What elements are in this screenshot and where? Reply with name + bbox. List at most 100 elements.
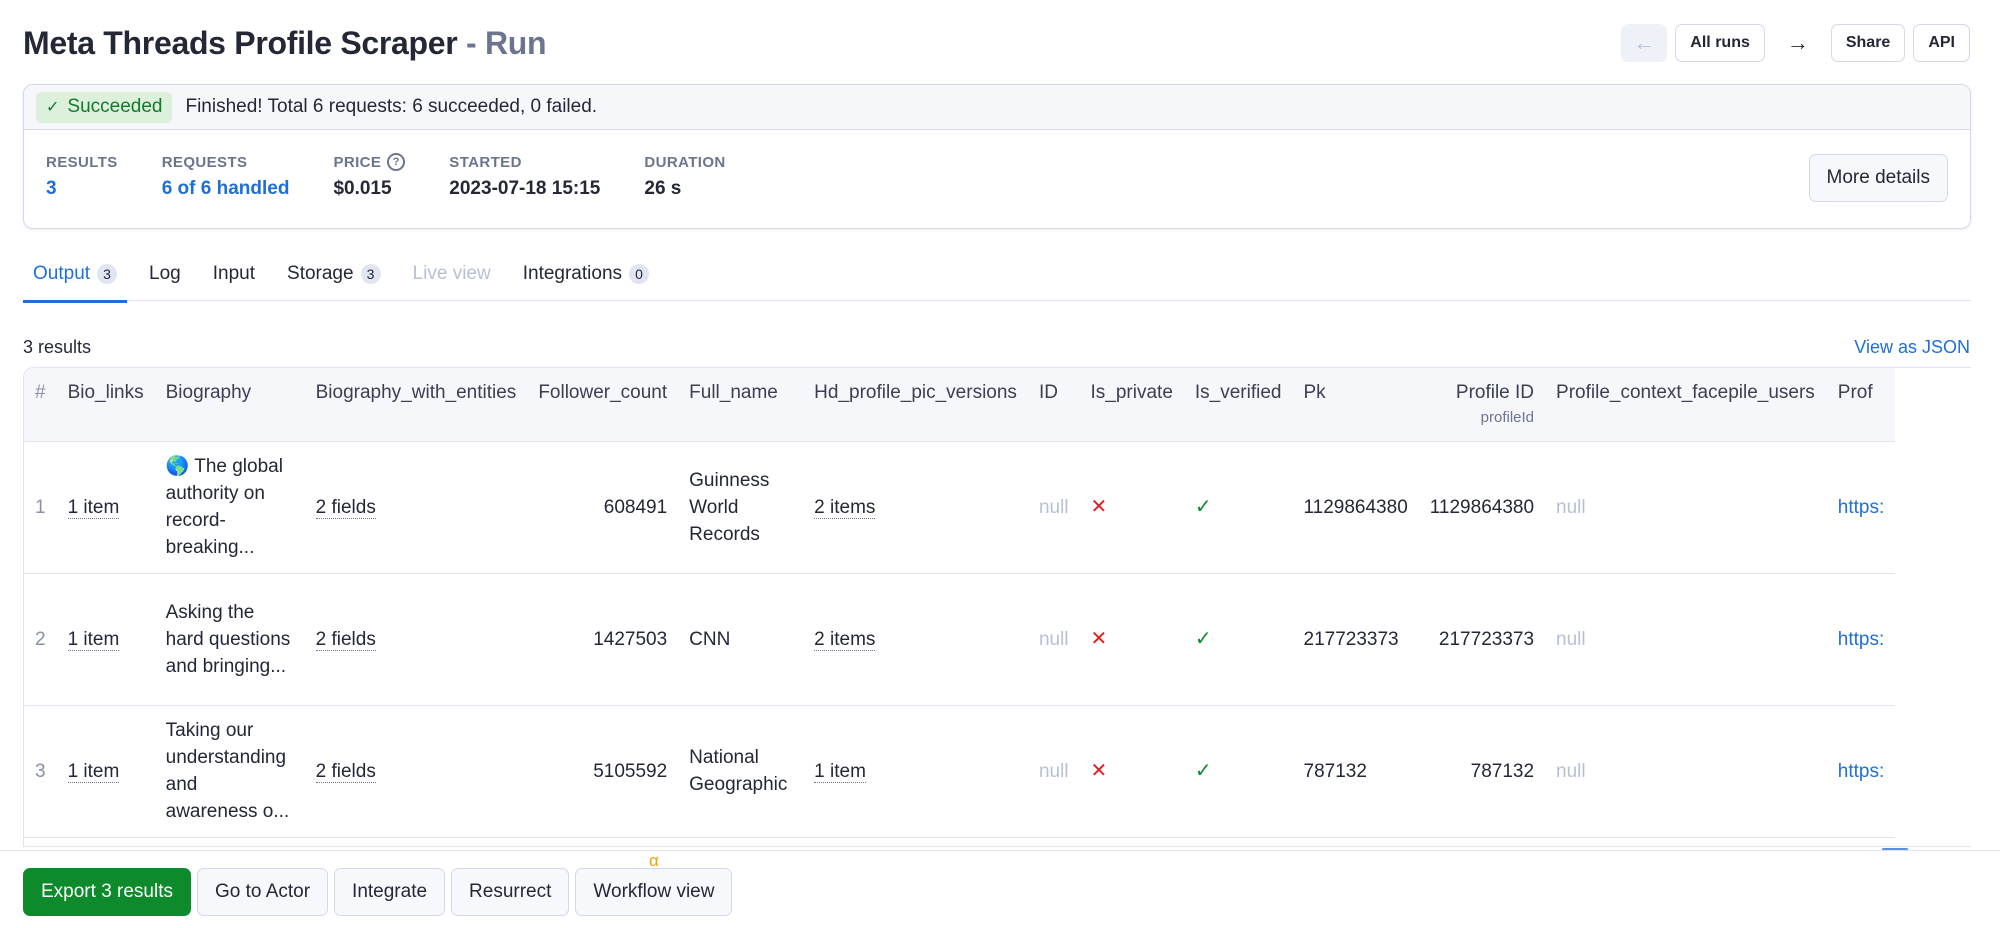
tab-integrations[interactable]: Integrations 0 <box>513 251 659 301</box>
table-cell: ✕ <box>1080 573 1184 705</box>
table-cell: ✓ <box>1184 441 1293 573</box>
requests-link[interactable]: 6 of 6 handled <box>162 178 290 200</box>
check-icon: ✓ <box>1194 495 1212 518</box>
export-results-button[interactable]: Export 3 results <box>23 868 191 916</box>
next-run-button[interactable]: → <box>1773 24 1823 62</box>
table-cell: 2 items <box>803 573 1028 705</box>
full-name-cell: National Geographic <box>689 747 788 795</box>
tab-input[interactable]: Input <box>203 251 265 301</box>
table-row[interactable]: 3 1 item Taking our understanding and awar… <box>24 705 1896 837</box>
tab-count: 0 <box>629 264 650 284</box>
id-cell: null <box>1038 496 1069 518</box>
column-header-hd-profile-pic-versions[interactable]: Hd_profile_pic_versions <box>803 368 1028 441</box>
column-title: Profile ID <box>1455 382 1535 403</box>
table-cell: 5105592 <box>527 705 678 837</box>
profile-url-link[interactable]: https: <box>1838 761 1884 782</box>
page-title: Meta Threads Profile Scraper - Run <box>23 24 547 62</box>
bio-links-cell[interactable]: 1 item <box>67 628 120 651</box>
workflow-view-label: Workflow view <box>593 881 715 902</box>
view-as-json-link[interactable]: View as JSON <box>1854 337 1970 358</box>
run-status-card: ✓ Succeeded Finished! Total 6 requests: … <box>23 84 1971 229</box>
header-actions: ← All runs → Share API <box>1621 24 1970 62</box>
table-cell: null <box>1028 573 1080 705</box>
column-header-profile-context-facepile-users[interactable]: Profile_context_facepile_users <box>1545 368 1827 441</box>
row-index: 3 <box>35 760 46 782</box>
more-details-button[interactable]: More details <box>1808 154 1948 202</box>
hd-profile-pics-cell[interactable]: 2 items <box>814 628 876 651</box>
table-cell: 1129864380 <box>1293 441 1419 573</box>
follower-count-cell: 608491 <box>603 496 668 518</box>
pk-cell: 787132 <box>1303 760 1367 782</box>
biography-entities-cell[interactable]: 2 fields <box>315 760 376 783</box>
table-row[interactable]: 2 1 item Asking the hard questions and bri… <box>24 573 1896 705</box>
column-header-biography[interactable]: Biography <box>155 368 305 441</box>
help-icon[interactable]: ? <box>387 153 406 171</box>
table-cell: 🌎 The global authority on record-breakin… <box>155 441 305 573</box>
profile-url-link[interactable]: https: <box>1838 497 1884 518</box>
table-row[interactable]: 1 1 item 🌎 The global authority on record-… <box>24 441 1896 573</box>
table-cell: null <box>1028 705 1080 837</box>
table-cell: Asking the hard questions and bringing..… <box>155 573 305 705</box>
tab-storage[interactable]: Storage 3 <box>277 251 391 301</box>
profile-url-link[interactable]: https: <box>1838 629 1884 650</box>
table-cell: CNN <box>678 573 803 705</box>
column-header-pk[interactable]: Pk <box>1293 368 1419 441</box>
stat-duration: DURATION 26 s <box>644 152 725 200</box>
table-cell: ✕ <box>1080 705 1184 837</box>
page-header: Meta Threads Profile Scraper - Run ← All… <box>23 20 1970 66</box>
stat-results: RESULTS 3 <box>46 152 118 200</box>
integrate-button[interactable]: Integrate <box>334 868 446 916</box>
column-header-biography-with-entities[interactable]: Biography_with_entities <box>305 368 528 441</box>
price-value: $0.015 <box>333 178 392 199</box>
hd-profile-pics-cell[interactable]: 1 item <box>814 760 866 783</box>
stat-label: REQUESTS <box>161 153 248 171</box>
stat-label: STARTED <box>449 153 522 171</box>
results-link[interactable]: 3 <box>46 178 118 200</box>
workflow-view-button[interactable]: α Workflow view <box>575 851 733 916</box>
biography-entities-cell[interactable]: 2 fields <box>315 496 376 519</box>
column-header-id[interactable]: ID <box>1028 368 1080 441</box>
table-cell: Guinness World Records <box>678 441 803 573</box>
api-button[interactable]: API <box>1913 24 1970 62</box>
column-header-follower-count[interactable]: Follower_count <box>527 368 678 441</box>
tab-live-view: Live view <box>403 251 501 301</box>
column-header-profile-id[interactable]: Profile ID profileId <box>1419 368 1545 441</box>
price-label: PRICE <box>333 153 382 171</box>
id-cell: null <box>1038 628 1069 650</box>
alpha-badge: α <box>649 851 659 870</box>
table-cell: 787132 <box>1419 705 1545 837</box>
row-index: 2 <box>35 628 46 650</box>
column-header-is-private[interactable]: Is_private <box>1080 368 1184 441</box>
go-to-actor-button[interactable]: Go to Actor <box>197 868 329 916</box>
table-cell: https: <box>1827 573 1895 705</box>
follower-count-cell: 1427503 <box>593 628 668 650</box>
table-cell: null <box>1028 441 1080 573</box>
bio-links-cell[interactable]: 1 item <box>67 496 120 519</box>
share-button[interactable]: Share <box>1830 24 1906 62</box>
column-subtitle: profileId <box>1480 409 1535 426</box>
action-buttons: Export 3 results Go to Actor Integrate R… <box>23 851 733 916</box>
table-cell: 217723373 <box>1293 573 1419 705</box>
biography-entities-cell[interactable]: 2 fields <box>315 628 376 651</box>
id-cell: null <box>1038 760 1069 782</box>
tab-output[interactable]: Output 3 <box>23 251 128 303</box>
results-table-container[interactable]: # Bio_links Biography Biography_with_ent… <box>23 367 1971 847</box>
previous-run-button[interactable]: ← <box>1621 24 1668 62</box>
table-cell: 787132 <box>1293 705 1419 837</box>
tab-log[interactable]: Log <box>139 251 191 301</box>
column-header-is-verified[interactable]: Is_verified <box>1184 368 1293 441</box>
title-suffix: - Run <box>457 24 547 61</box>
column-header-bio-links[interactable]: Bio_links <box>57 368 155 441</box>
hd-profile-pics-cell[interactable]: 2 items <box>814 496 876 519</box>
table-cell: https: <box>1827 705 1895 837</box>
run-tabs: Output 3 Log Input Storage 3 Live view I… <box>23 251 1971 303</box>
status-badge-label: Succeeded <box>67 96 163 117</box>
column-header-profile-url[interactable]: Prof <box>1827 368 1895 441</box>
bio-links-cell[interactable]: 1 item <box>67 760 120 783</box>
column-header-full-name[interactable]: Full_name <box>678 368 803 441</box>
table-cell: 1 item <box>57 705 155 837</box>
all-runs-button[interactable]: All runs <box>1675 24 1765 62</box>
table-cell: 1427503 <box>527 573 678 705</box>
check-icon: ✓ <box>46 99 60 116</box>
resurrect-button[interactable]: Resurrect <box>451 868 570 916</box>
